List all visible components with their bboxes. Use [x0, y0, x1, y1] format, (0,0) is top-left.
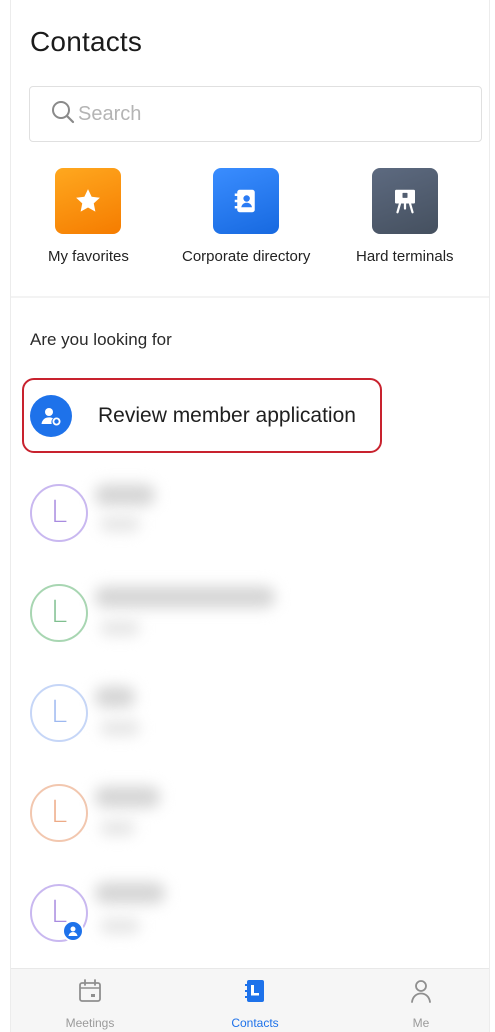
calendar-icon: [76, 977, 104, 1010]
contact-detail-blurred: [100, 918, 140, 934]
contact-name-blurred: [95, 586, 275, 608]
my-favorites-shortcut[interactable]: My favorites: [48, 168, 129, 265]
search-icon: [50, 99, 76, 130]
my-favorites-label: My favorites: [48, 248, 129, 265]
contact-detail-blurred: [100, 516, 140, 532]
contact-row[interactable]: L: [0, 862, 495, 960]
tab-meetings-label: Meetings: [65, 1016, 115, 1030]
page-title: Contacts: [30, 26, 143, 57]
avatar-initial: L: [50, 695, 68, 730]
bottom-tab-bar: Meetings Contacts Me: [11, 968, 489, 1032]
contact-name-blurred: [95, 686, 135, 708]
section-divider: [11, 296, 489, 298]
avatar-initial: L: [50, 495, 68, 530]
tab-me-label: Me: [412, 1016, 430, 1030]
corporate-directory-shortcut[interactable]: Corporate directory: [182, 168, 310, 265]
search-bar[interactable]: [29, 86, 482, 142]
contact-row[interactable]: L: [0, 764, 495, 862]
avatar-initial: L: [50, 795, 68, 830]
suggestions-title: Are you looking for: [30, 330, 172, 349]
tab-me[interactable]: Me: [361, 977, 481, 1030]
contacts-book-icon: [241, 977, 269, 1010]
avatar: L: [30, 784, 88, 842]
avatar: L: [30, 484, 88, 542]
avatar: L: [30, 684, 88, 742]
corporate-directory-label: Corporate directory: [182, 248, 311, 265]
tab-meetings[interactable]: Meetings: [30, 977, 150, 1030]
terminal-board-icon: [371, 168, 438, 234]
contact-row[interactable]: L: [0, 666, 495, 764]
review-member-application-item[interactable]: Review member application: [22, 378, 382, 453]
star-icon: [55, 168, 122, 234]
hard-terminals-label: Hard terminals: [356, 248, 454, 265]
contact-detail-blurred: [100, 620, 140, 636]
tab-contacts-label: Contacts: [231, 1016, 279, 1030]
user-add-icon: [30, 394, 72, 437]
hard-terminals-shortcut[interactable]: Hard terminals: [356, 168, 454, 265]
review-member-application-label: Review member application: [98, 403, 356, 427]
contact-name-blurred: [95, 484, 155, 506]
contact-detail-blurred: [100, 820, 135, 836]
contact-row[interactable]: L: [0, 568, 495, 666]
contact-row[interactable]: L: [0, 470, 495, 568]
avatar-initial: L: [50, 595, 68, 630]
shortcut-row: My favorites Corporate directory Hard te…: [10, 168, 490, 278]
contact-detail-blurred: [100, 720, 140, 736]
person-icon: [407, 977, 435, 1010]
contact-name-blurred: [95, 786, 160, 808]
contact-name-blurred: [95, 882, 165, 904]
search-input[interactable]: [78, 102, 458, 126]
contact-book-icon: [213, 168, 280, 234]
avatar: L: [30, 584, 88, 642]
user-badge-icon: [62, 920, 84, 942]
tab-contacts[interactable]: Contacts: [195, 977, 315, 1030]
